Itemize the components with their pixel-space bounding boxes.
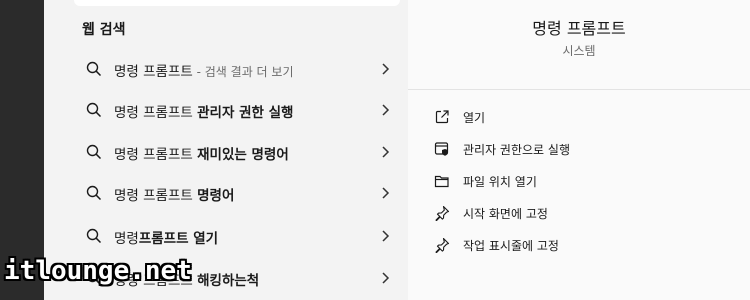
search-icon	[86, 144, 102, 160]
result-prefix: 명령	[114, 231, 139, 247]
web-result-text: 명령 프롬프트 - 검색 결과 더 보기	[114, 60, 294, 80]
web-result-text: 명령 프롬프트 재미있는 명령어	[114, 143, 289, 163]
search-icon	[86, 61, 102, 77]
app-subtitle: 시스템	[562, 44, 596, 58]
divider	[408, 89, 750, 90]
action-label: 파일 위치 열기	[463, 175, 537, 189]
chevron-right-icon	[382, 146, 390, 158]
action-pin-to-start[interactable]: 시작 화면에 고정	[430, 201, 730, 225]
search-icon	[86, 185, 102, 201]
chevron-right-icon	[382, 230, 390, 242]
web-result-text: 명령프롬프트 열기	[114, 227, 218, 247]
web-result-text: 명령 프롬프트 명령어	[114, 184, 234, 204]
web-result-row[interactable]: 명령 프롬프트 - 검색 결과 더 보기	[74, 49, 400, 89]
shield-admin-icon	[434, 142, 449, 156]
web-result-row[interactable]: 명령프롬프트 열기	[74, 216, 400, 256]
section-title-web-search: 웹 검색	[82, 22, 126, 38]
search-results-pane: 웹 검색 명령 프롬프트 - 검색 결과 더 보기 명령 프롬프트 관리자 권한…	[44, 0, 408, 300]
chevron-right-icon	[382, 272, 390, 284]
open-external-icon	[435, 110, 449, 124]
app-details-pane: 명령 프롬프트 시스템 열기 관리자 권한으로 실행 파일 위치 열기 시작 화…	[408, 0, 750, 300]
folder-icon	[434, 175, 449, 188]
web-result-row[interactable]: 명령 프롬프트 관리자 권한 실행	[74, 90, 400, 130]
pin-icon	[435, 237, 450, 253]
result-prefix: 명령 프롬프트	[114, 147, 198, 163]
action-pin-to-taskbar[interactable]: 작업 표시줄에 고정	[430, 233, 730, 257]
previous-card-edge	[74, 0, 400, 6]
result-bold: 프롬프트 열기	[138, 231, 219, 247]
pin-icon	[435, 205, 450, 221]
result-hint: - 검색 결과 더 보기	[192, 65, 294, 79]
result-bold: 해킹하는척	[197, 273, 260, 289]
taskbar-edge	[0, 0, 44, 300]
chevron-right-icon	[382, 104, 390, 116]
action-open[interactable]: 열기	[430, 105, 730, 129]
action-label: 관리자 권한으로 실행	[463, 143, 570, 157]
result-prefix: 명령 프롬프트	[114, 188, 198, 204]
action-run-as-admin[interactable]: 관리자 권한으로 실행	[430, 137, 730, 161]
result-bold: 관리자 권한 실행	[197, 105, 294, 121]
chevron-right-icon	[382, 187, 390, 199]
web-result-row[interactable]: 명령 프롬프트 명령어	[74, 173, 400, 213]
action-label: 작업 표시줄에 고정	[463, 239, 559, 253]
search-icon	[86, 102, 102, 118]
action-label: 시작 화면에 고정	[463, 207, 548, 221]
chevron-right-icon	[382, 63, 390, 75]
result-prefix: 명령 프롬프트	[114, 64, 193, 80]
watermark: itlounge.net	[4, 256, 192, 286]
result-prefix: 명령 프롬프트	[114, 105, 198, 121]
action-label: 열기	[463, 111, 486, 125]
search-icon	[86, 228, 102, 244]
result-bold: 명령어	[197, 188, 235, 204]
web-result-text: 명령 프롬프트 관리자 권한 실행	[114, 101, 293, 121]
app-title: 명령 프롬프트	[532, 19, 626, 38]
action-open-file-location[interactable]: 파일 위치 열기	[430, 169, 730, 193]
web-result-row[interactable]: 명령 프롬프트 재미있는 명령어	[74, 132, 400, 172]
result-bold: 재미있는 명령어	[197, 147, 289, 163]
